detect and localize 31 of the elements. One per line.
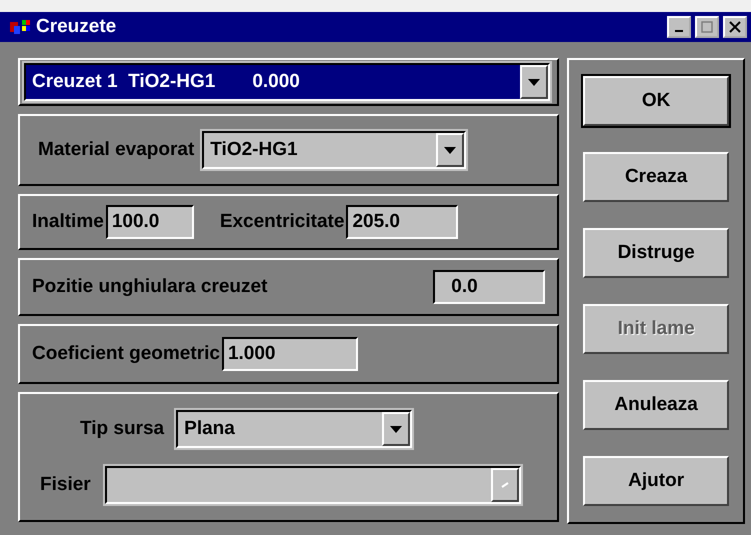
dialog-button[interactable]: Anuleaza <box>583 380 730 430</box>
dropdown-arrow-icon <box>390 426 402 432</box>
maximize-icon <box>701 21 713 33</box>
coefficient-field[interactable]: 1.000 <box>222 337 358 371</box>
dialog-button[interactable]: Ajutor <box>583 456 730 506</box>
app-icon <box>10 18 32 36</box>
material-label: Material evaporat <box>38 139 194 161</box>
source-type-dropdown[interactable]: Plana <box>176 410 412 448</box>
source-type-label: Tip sursa <box>80 418 164 440</box>
dropdown-arrow-icon <box>444 146 456 154</box>
minimize-icon <box>675 30 683 32</box>
dialog-button[interactable]: Creaza <box>583 152 730 202</box>
maximize-button[interactable] <box>695 16 719 38</box>
dialog-button[interactable]: Distruge <box>583 228 730 278</box>
dropdown-arrow-icon <box>528 78 540 86</box>
dialog-button[interactable]: OK <box>583 76 730 126</box>
window-title: Creuzete <box>36 16 118 38</box>
height-field[interactable]: 100.0 <box>106 205 194 239</box>
file-label: Fisier <box>40 474 91 496</box>
eccentricity-field[interactable]: 205.0 <box>346 205 458 239</box>
coefficient-label: Coeficient geometric <box>32 343 220 365</box>
close-button[interactable] <box>723 16 747 38</box>
minimize-button[interactable] <box>667 16 691 38</box>
angle-field[interactable]: 0.0 <box>433 270 546 304</box>
material-dropdown[interactable]: TiO2-HG1 <box>202 131 466 169</box>
eccentricity-label: Excentricitate <box>220 211 344 233</box>
close-icon <box>729 21 741 33</box>
crucible-dropdown[interactable]: Creuzet 1 TiO2-HG1 0.000 <box>24 63 550 101</box>
angle-label: Pozitie unghiulara creuzet <box>32 276 268 298</box>
pencil-icon <box>500 482 509 488</box>
height-label: Inaltime <box>32 211 104 233</box>
